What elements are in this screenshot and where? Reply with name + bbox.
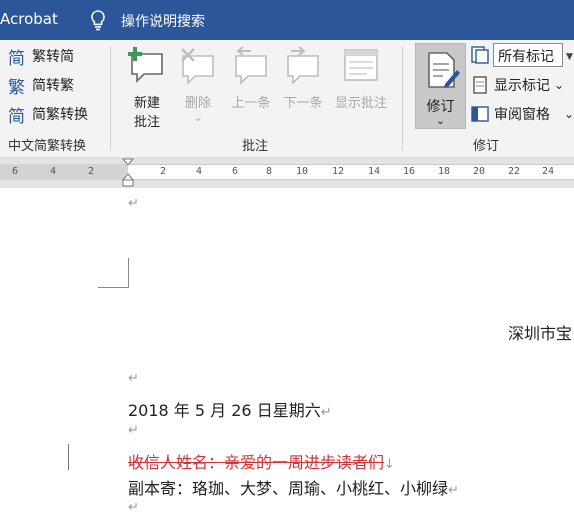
group-divider xyxy=(110,46,111,150)
chinese-conversion-button[interactable]: 简 简繁转换 xyxy=(8,102,88,127)
app-name: Acrobat xyxy=(0,10,58,28)
paragraph-mark: ↵ xyxy=(128,371,139,386)
delete-comment-icon xyxy=(181,48,214,85)
deleted-line: 收信人姓名：亲爱的一周进步读者们↓ xyxy=(128,449,395,473)
traditional-to-simplified-label: 繁转简 xyxy=(32,49,74,65)
markup-select-row xyxy=(470,43,494,67)
show-comments-button[interactable]: 显示批注 xyxy=(330,46,392,113)
ruler-tick: 22 xyxy=(508,166,521,177)
paragraph-mark: ↵ xyxy=(128,196,139,211)
ruler-tick: 12 xyxy=(332,166,345,177)
traditional-to-simplified-icon: 简 xyxy=(8,48,25,69)
group-divider xyxy=(402,46,403,150)
ruler-tick: 6 xyxy=(12,166,19,177)
show-comments-icon xyxy=(344,49,378,81)
ruler-tick: 2 xyxy=(160,166,167,177)
tracking-group-label: 修订 xyxy=(473,139,500,154)
ruler-tick: 4 xyxy=(196,166,203,177)
markup-select[interactable]: 所有标记 xyxy=(493,43,563,67)
ribbon-review-tab: 简 繁转简 繁 简转繁 简 简繁转换 中文简繁转换 新建 批注 删除 ⌄ 上一条… xyxy=(0,40,574,158)
paragraph-mark: ↵ xyxy=(128,423,139,438)
simplified-to-traditional-icon: 繁 xyxy=(8,77,25,98)
paragraph-mark: ↵ xyxy=(320,405,332,420)
track-changes-button[interactable]: 修订 ⌄ xyxy=(415,43,466,129)
cc-line: 副本寄：珞珈、大梦、周瑜、小桃红、小柳绿↵ xyxy=(128,475,459,499)
new-comment-label-line1: 新建 xyxy=(133,96,160,111)
track-changes-caret: ⌄ xyxy=(435,114,446,127)
reviewing-pane-chevron-down-icon: ⌄ xyxy=(564,107,574,121)
new-comment-label-line2: 批注 xyxy=(133,115,160,130)
markup-select-chevron-down-icon[interactable]: ▼ xyxy=(566,52,573,62)
track-changes-icon xyxy=(427,52,460,88)
comments-group-label: 批注 xyxy=(242,139,269,154)
previous-comment-icon xyxy=(235,46,267,85)
date-line: 2018 年 5 月 26 日星期六↵ xyxy=(128,397,332,421)
previous-comment-button[interactable]: 上一条 xyxy=(226,46,276,113)
next-comment-label: 下一条 xyxy=(283,96,323,111)
horizontal-ruler[interactable]: 6 4 2 2 4 6 8 10 12 14 16 18 20 22 24 xyxy=(0,158,574,188)
paragraph-mark: ↵ xyxy=(448,483,459,498)
change-bar xyxy=(68,444,69,470)
ruler-tick: 16 xyxy=(403,166,416,177)
chinese-conversion-label: 简繁转换 xyxy=(32,107,88,123)
track-changes-label: 修订 xyxy=(426,99,455,115)
next-comment-button[interactable]: 下一条 xyxy=(278,46,328,113)
ruler-tick: 6 xyxy=(232,166,239,177)
ruler-tick: 18 xyxy=(438,166,451,177)
tell-me-search[interactable]: 操作说明搜索 xyxy=(121,11,205,31)
show-markup-label: 显示标记 xyxy=(494,78,550,94)
indent-marker-icon[interactable] xyxy=(122,158,134,188)
document-page[interactable]: ↵ 深圳市宝 ↵ 2018 年 5 月 26 日星期六↵ ↵ 收信人姓名：亲爱的… xyxy=(0,188,574,513)
delete-comment-button[interactable]: 删除 ⌄ xyxy=(176,46,220,123)
next-comment-icon xyxy=(287,46,319,85)
ruler-tick: 4 xyxy=(50,166,57,177)
show-markup-icon xyxy=(473,76,487,94)
ruler-tick: 14 xyxy=(368,166,381,177)
deleted-text: 收信人姓名：亲爱的一周进步读者们 xyxy=(128,453,385,472)
ruler-tick: 24 xyxy=(542,166,555,177)
lightbulb-icon[interactable] xyxy=(88,9,108,31)
recipient-address-text: 深圳市宝 xyxy=(508,324,573,343)
simplified-to-traditional-button[interactable]: 繁 简转繁 xyxy=(8,73,74,98)
ruler-tick: 10 xyxy=(296,166,309,177)
reviewing-pane-button[interactable]: 审阅窗格 ⌄ xyxy=(470,102,574,126)
new-comment-button[interactable]: 新建 批注 xyxy=(124,46,170,132)
chinese-conversion-icon: 简 xyxy=(8,106,25,127)
paragraph-mark: ↵ xyxy=(128,500,139,513)
simplified-to-traditional-label: 简转繁 xyxy=(32,78,74,94)
traditional-to-simplified-button[interactable]: 简 繁转简 xyxy=(8,44,74,69)
delete-comment-caret: ⌄ xyxy=(193,111,203,124)
paragraph-mark: ↓ xyxy=(384,457,395,472)
reviewing-pane-icon xyxy=(471,106,489,122)
margin-corner-mark xyxy=(128,258,129,288)
previous-comment-label: 上一条 xyxy=(231,96,271,111)
ruler-tick: 2 xyxy=(88,166,95,177)
title-bar: Acrobat 操作说明搜索 xyxy=(0,0,574,40)
cc-line-text: 副本寄：珞珈、大梦、周瑜、小桃红、小柳绿 xyxy=(128,479,449,498)
markup-display-icon xyxy=(471,46,489,64)
new-comment-icon xyxy=(128,47,163,83)
date-line-text: 2018 年 5 月 26 日星期六 xyxy=(128,401,321,420)
chinese-conversion-group-label: 中文简繁转换 xyxy=(8,139,87,154)
show-markup-chevron-down-icon: ⌄ xyxy=(554,78,565,92)
show-markup-button[interactable]: 显示标记 ⌄ xyxy=(470,73,564,97)
show-comments-label: 显示批注 xyxy=(334,96,387,111)
margin-corner-mark xyxy=(98,287,129,288)
reviewing-pane-label: 审阅窗格 xyxy=(494,107,550,123)
ruler-margin-shade xyxy=(0,164,128,180)
ruler-tick: 20 xyxy=(473,166,486,177)
ruler-tick: 8 xyxy=(266,166,273,177)
